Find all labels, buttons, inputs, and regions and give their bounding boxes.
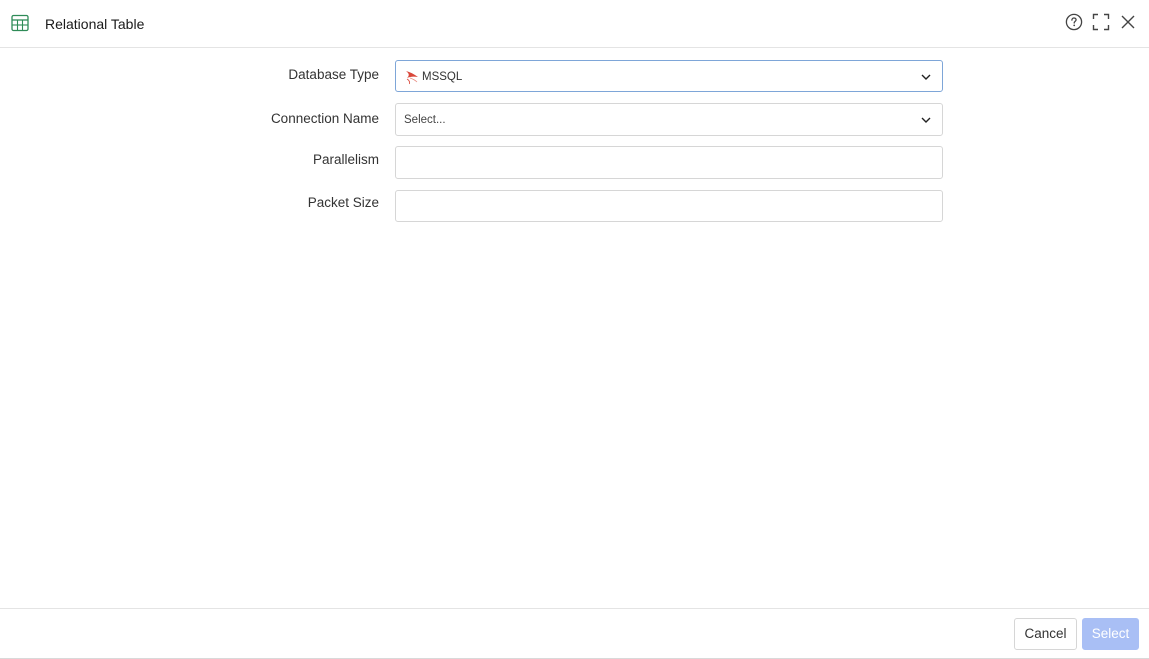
database-type-value: MSSQL: [422, 71, 463, 83]
database-type-label: Database Type: [288, 67, 379, 82]
close-button[interactable]: [1118, 12, 1138, 32]
cancel-button[interactable]: Cancel: [1014, 618, 1077, 650]
dialog-footer: Cancel Select: [0, 608, 1149, 658]
relational-table-dialog: Relational Table Database Type MSSQL Con…: [0, 0, 1149, 659]
packet-size-input[interactable]: [396, 191, 942, 221]
connection-name-label: Connection Name: [270, 111, 379, 126]
close-icon: [1121, 15, 1135, 29]
chevron-down-icon: [921, 117, 931, 123]
help-circle-icon: [1065, 13, 1083, 31]
connection-name-select[interactable]: Select...: [395, 103, 943, 136]
select-button[interactable]: Select: [1082, 618, 1139, 650]
mssql-icon: [406, 71, 418, 85]
packet-size-label: Packet Size: [307, 195, 379, 210]
connection-name-placeholder: Select...: [404, 114, 446, 126]
database-type-select[interactable]: MSSQL: [395, 60, 943, 92]
table-icon: [11, 14, 29, 32]
parallelism-input[interactable]: [396, 147, 942, 178]
maximize-icon: [1092, 13, 1110, 31]
chevron-down-icon: [921, 74, 931, 80]
help-button[interactable]: [1064, 12, 1084, 32]
dialog-title: Relational Table: [45, 16, 145, 32]
packet-size-field[interactable]: [395, 190, 943, 222]
dialog-header: Relational Table: [0, 0, 1149, 48]
parallelism-label: Parallelism: [312, 152, 379, 167]
maximize-button[interactable]: [1091, 12, 1111, 32]
parallelism-field[interactable]: [395, 146, 943, 179]
